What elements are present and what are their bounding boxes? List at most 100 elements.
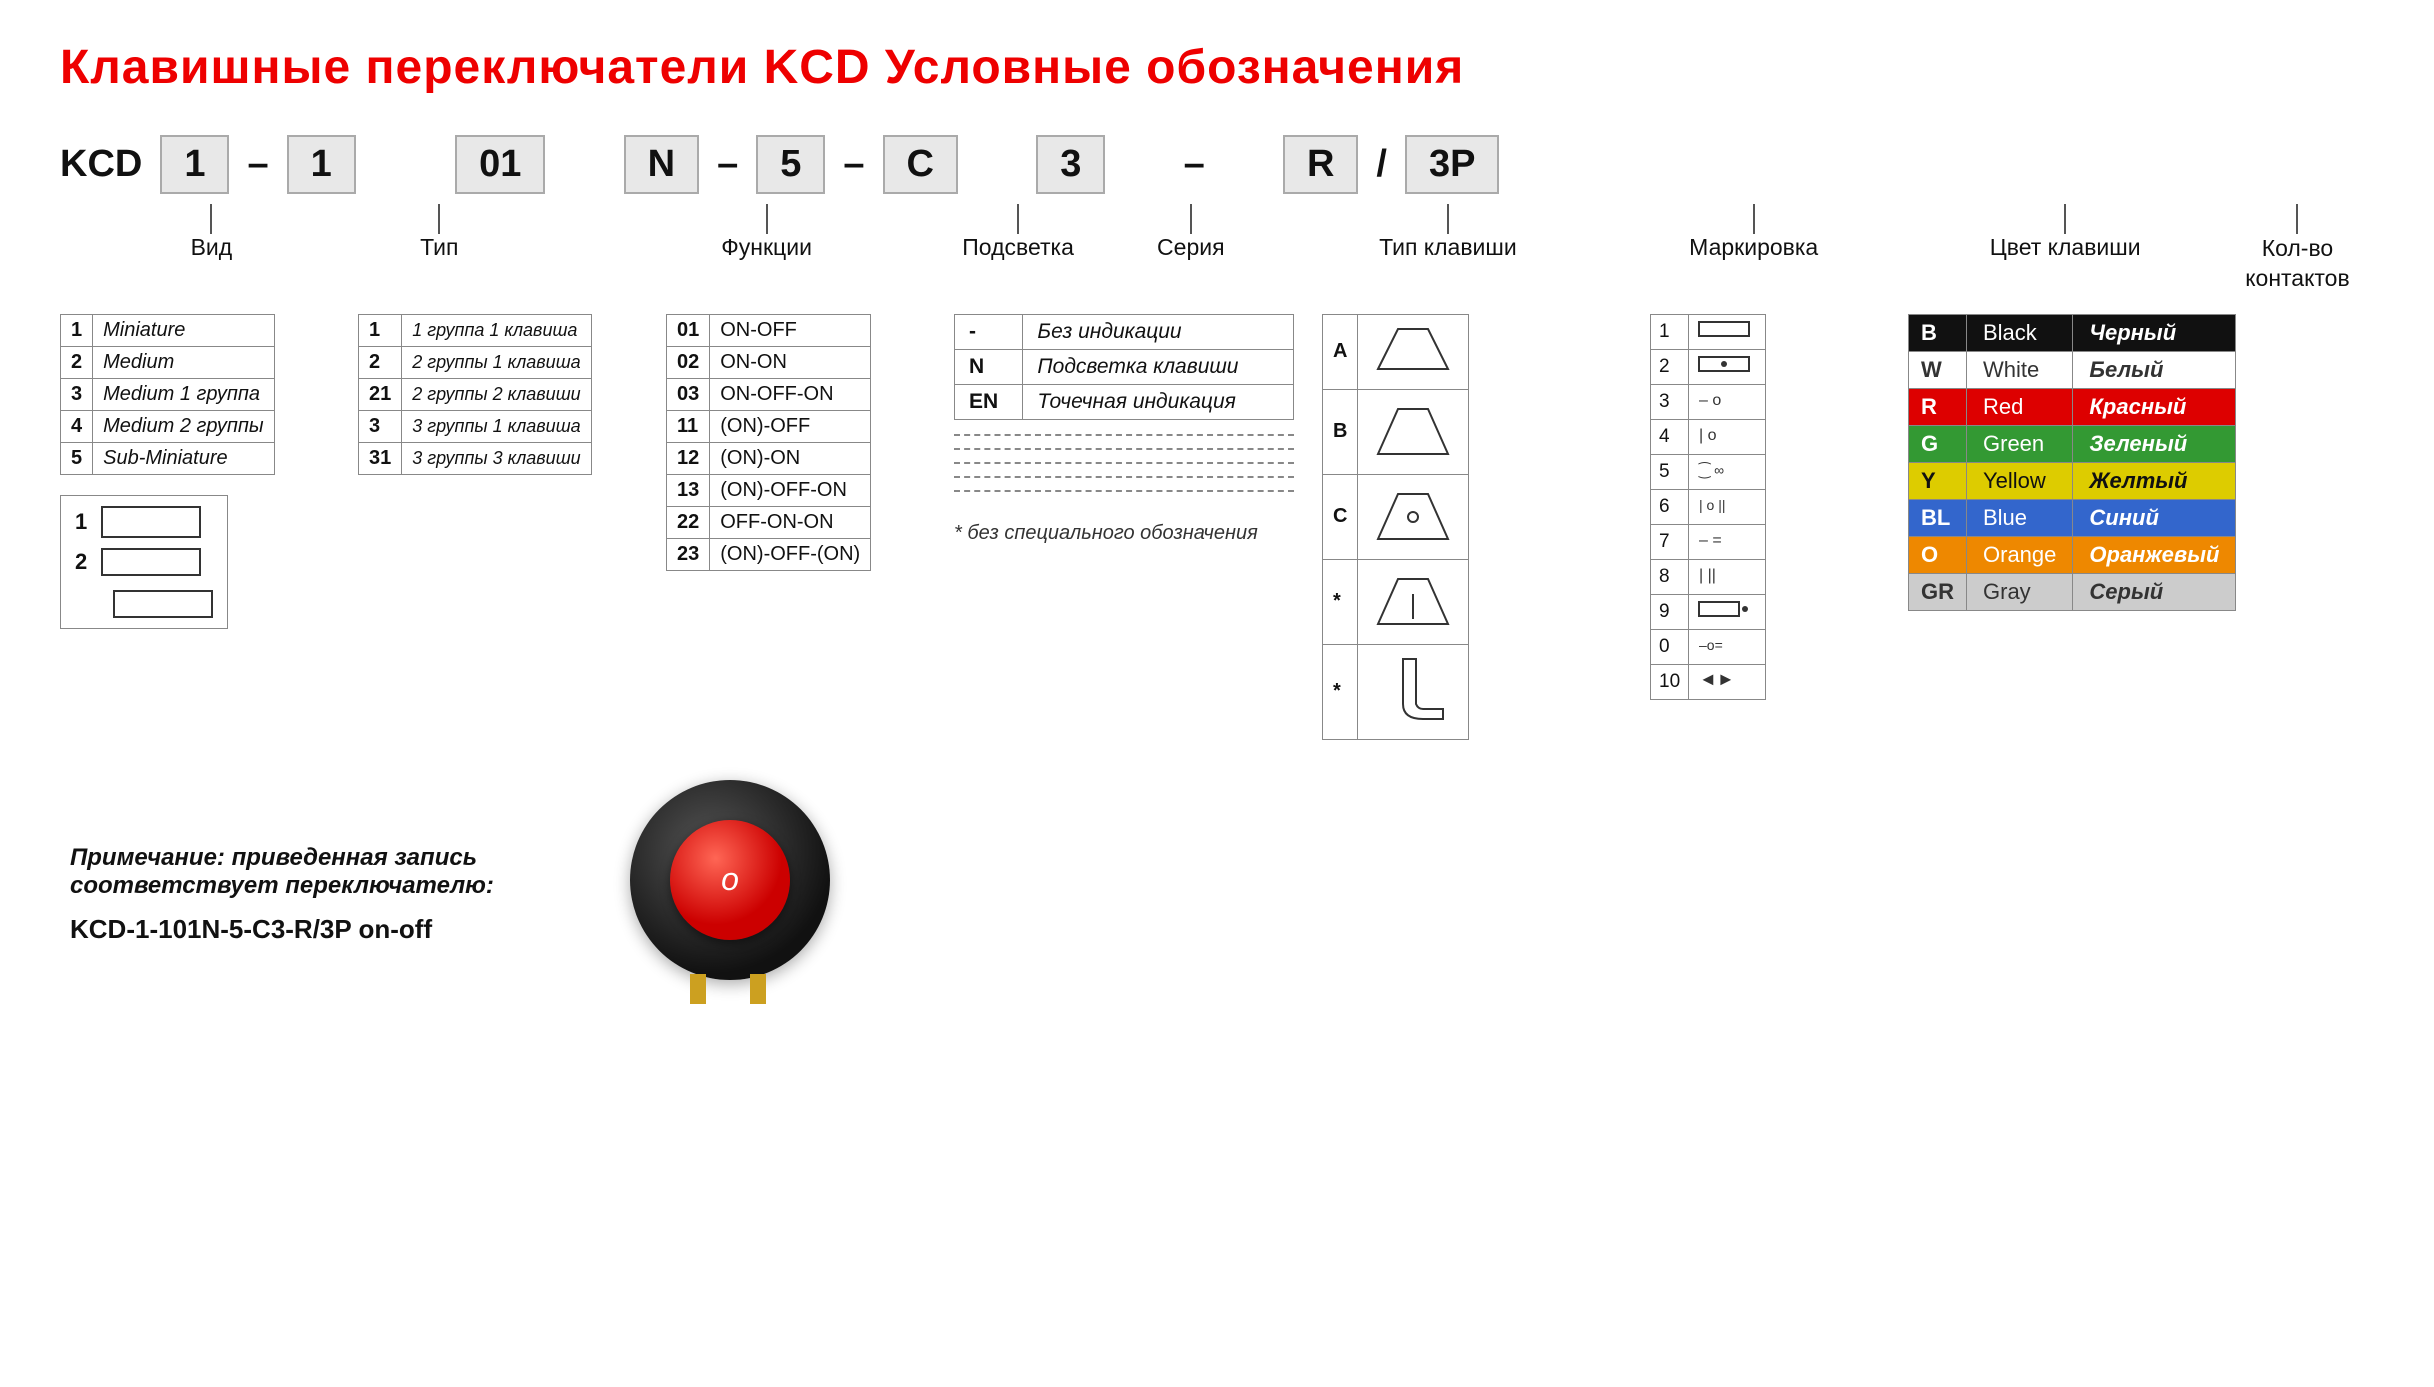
code-dash-3: – (843, 143, 864, 186)
marker-table: 1 2 3 – o 4 | o 5 ⁐ ∞ (1650, 314, 1766, 700)
key-diag-2: 2 (75, 548, 213, 618)
table-row: 5 ⁐ ∞ (1651, 454, 1766, 489)
svg-text:◄►: ◄► (1699, 669, 1735, 689)
table-row: -Без индикации (955, 314, 1294, 349)
tip-section: 11 группа 1 клавиша22 группы 1 клавиша21… (358, 314, 638, 475)
table-row: A (1323, 314, 1469, 389)
marker-section: 1 2 3 – o 4 | o 5 ⁐ ∞ (1650, 314, 1880, 700)
svg-text:| o: | o (1699, 427, 1717, 444)
color-section: B Black Черный W White Белый R Red Красн… (1908, 314, 2288, 611)
table-row: 2 (1651, 349, 1766, 384)
table-row: R Red Красный (1909, 388, 2236, 425)
vid-table: 1Miniature2Medium3Medium 1 группа4Medium… (60, 314, 275, 475)
tip-table: 11 группа 1 клавиша22 группы 1 клавиша21… (358, 314, 592, 475)
code-dash-4: – (1184, 143, 1205, 186)
func-section: 01ON-OFF02ON-ON03ON-OFF-ON11(ON)-OFF12(O… (666, 314, 926, 571)
svg-text:⁐ ∞: ⁐ ∞ (1698, 462, 1724, 478)
table-row: 22OFF-ON-ON (667, 506, 871, 538)
table-row: ENТочечная индикация (955, 384, 1294, 419)
label-kol: Кол-воконтактов (2245, 234, 2350, 294)
table-row: 6 | o || (1651, 489, 1766, 524)
table-row: 23(ON)-OFF-(ON) (667, 538, 871, 570)
svg-text:| o ||: | o || (1699, 497, 1725, 513)
lighting-table: -Без индикацииNПодсветка клавишиENТочечн… (954, 314, 1294, 420)
vid-section: 1Miniature2Medium3Medium 1 группа4Medium… (60, 314, 330, 629)
table-row: Y Yellow Желтый (1909, 462, 2236, 499)
code-box-1: 1 (160, 135, 229, 194)
label-markirovka: Маркировка (1689, 234, 1818, 261)
code-dash-1: – (247, 143, 268, 186)
table-row: 3 – o (1651, 384, 1766, 419)
table-row: NПодсветка клавиши (955, 349, 1294, 384)
color-table: B Black Черный W White Белый R Red Красн… (1908, 314, 2236, 611)
lighting-section: -Без индикацииNПодсветка клавишиENТочечн… (954, 314, 1294, 545)
code-box-6: C (883, 135, 958, 194)
table-row: 5Sub-Miniature (61, 442, 275, 474)
label-tip-klavishi: Тип клавиши (1379, 234, 1517, 261)
table-row: * (1323, 559, 1469, 644)
svg-text:– =: – = (1699, 532, 1722, 549)
bottom-section: Примечание: приведенная запись соответст… (60, 780, 2374, 1010)
table-row: C (1323, 474, 1469, 559)
key-type-section: A B (1322, 314, 1622, 740)
label-podsvetka: Подсветка (962, 234, 1074, 261)
table-row: * (1323, 644, 1469, 739)
label-funkcii: Функции (721, 234, 812, 261)
table-row: 33 группы 1 клавиша (359, 410, 592, 442)
code-prefix: KCD (60, 143, 142, 186)
table-row: 4Medium 2 группы (61, 410, 275, 442)
label-tsvet: Цвет клавиши (1990, 234, 2141, 261)
table-row: 02ON-ON (667, 346, 871, 378)
table-row: 03ON-OFF-ON (667, 378, 871, 410)
table-row: 1 (1651, 314, 1766, 349)
table-row: 212 группы 2 клавиши (359, 378, 592, 410)
table-row: 9 (1651, 594, 1766, 629)
table-row: 3Medium 1 группа (61, 378, 275, 410)
main-title: Клавишные переключатели KCD Условные обо… (60, 40, 2374, 95)
table-row: O Orange Оранжевый (1909, 536, 2236, 573)
key-type-table: A B (1322, 314, 1469, 740)
table-row: 13(ON)-OFF-ON (667, 474, 871, 506)
code-box-4: N (624, 135, 699, 194)
table-row: 22 группы 1 клавиша (359, 346, 592, 378)
code-box-7: 3 (1036, 135, 1105, 194)
code-box-3: 01 (455, 135, 545, 194)
label-seriya: Серия (1157, 234, 1225, 261)
svg-text:–o=: –o= (1699, 637, 1723, 653)
table-row: W White Белый (1909, 351, 2236, 388)
label-tip: Тип (420, 234, 458, 261)
key-diag-1: 1 (75, 506, 213, 538)
code-box-2: 1 (287, 135, 356, 194)
labels-row: Вид Тип Функции Подсветка Серия Тип клав… (60, 204, 2374, 294)
table-row: B Black Черный (1909, 314, 2236, 351)
code-slash: / (1376, 143, 1387, 186)
switch-illustration: o (630, 780, 840, 1010)
label-vid: Вид (191, 234, 233, 261)
table-row: G Green Зеленый (1909, 425, 2236, 462)
table-row: 11(ON)-OFF (667, 410, 871, 442)
content-area: 1Miniature2Medium3Medium 1 группа4Medium… (60, 314, 2374, 740)
code-line: KCD 1 – 1 01 N – 5 – C 3 – R / 3P (60, 135, 2374, 194)
code-dash-2: – (717, 143, 738, 186)
table-row: 1Miniature (61, 314, 275, 346)
table-row: BL Blue Синий (1909, 499, 2236, 536)
table-row: 2Medium (61, 346, 275, 378)
table-row: 10 ◄► (1651, 664, 1766, 699)
table-row: 01ON-OFF (667, 314, 871, 346)
example-code: KCD-1-101N-5-C3-R/3P on-off (70, 914, 570, 945)
table-row: GR Gray Серый (1909, 573, 2236, 610)
note-label: Примечание: приведенная запись соответст… (70, 844, 570, 900)
code-box-9: 3P (1405, 135, 1499, 194)
table-row: 11 группа 1 клавиша (359, 314, 592, 346)
note-text: * без специального обозначения (954, 522, 1294, 545)
svg-text:– o: – o (1699, 392, 1721, 409)
svg-text:| ||: | || (1699, 567, 1716, 584)
table-row: 8 | || (1651, 559, 1766, 594)
code-box-5: 5 (756, 135, 825, 194)
table-row: 4 | o (1651, 419, 1766, 454)
table-row: 12(ON)-ON (667, 442, 871, 474)
table-row: B (1323, 389, 1469, 474)
code-box-8: R (1283, 135, 1358, 194)
func-table: 01ON-OFF02ON-ON03ON-OFF-ON11(ON)-OFF12(O… (666, 314, 871, 571)
table-row: 7 – = (1651, 524, 1766, 559)
